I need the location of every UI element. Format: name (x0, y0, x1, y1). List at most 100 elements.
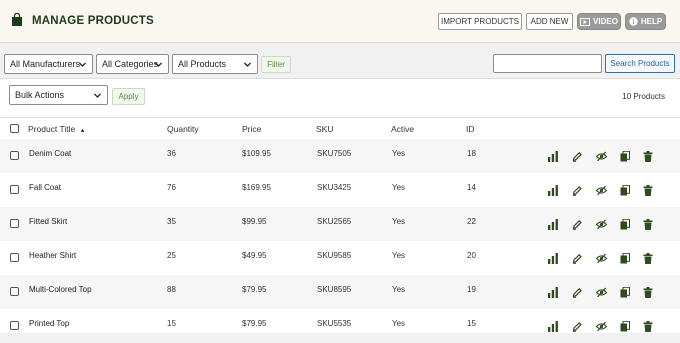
stats-icon[interactable] (548, 185, 558, 196)
cell-price: $79.95 (242, 285, 267, 294)
table-row: Fall Coat 76 $169.95 SKU3425 Yes 14 (0, 173, 680, 207)
copy-icon[interactable] (620, 184, 630, 196)
copy-icon[interactable] (620, 286, 630, 298)
edit-icon[interactable] (572, 253, 582, 264)
help-button[interactable]: HELP (625, 13, 666, 30)
cell-quantity: 35 (167, 217, 176, 226)
manufacturer-select-value: All Manufacturers (10, 59, 81, 69)
cell-id: 18 (467, 149, 476, 158)
select-all-checkbox[interactable] (10, 124, 19, 133)
cell-quantity: 76 (167, 183, 176, 192)
delete-icon[interactable] (643, 321, 653, 332)
cell-sku: SKU8595 (317, 285, 352, 294)
cell-active: Yes (392, 183, 406, 192)
column-header-title[interactable]: Product Title ▲ (28, 124, 86, 134)
page-title: MANAGE PRODUCTS (32, 15, 154, 27)
help-button-label: HELP (640, 17, 663, 26)
hide-icon[interactable] (595, 321, 608, 332)
delete-icon[interactable] (643, 185, 653, 196)
copy-icon[interactable] (620, 218, 630, 230)
column-header-quantity[interactable]: Quantity (167, 124, 199, 134)
cell-id: 19 (467, 285, 476, 294)
table-row: Multi-Colored Top 88 $79.95 SKU8595 Yes 19 (0, 275, 680, 309)
search-input[interactable] (493, 54, 602, 73)
row-checkbox[interactable] (10, 321, 19, 330)
search-products-button[interactable]: Search Products (605, 54, 675, 73)
category-select[interactable]: All Categories (96, 54, 169, 74)
import-products-button[interactable]: IMPORT PRODUCTS (438, 13, 522, 30)
chevron-down-icon (244, 62, 251, 67)
cell-title[interactable]: Fall Coat (29, 183, 61, 192)
cell-title[interactable]: Printed Top (29, 319, 69, 328)
copy-icon[interactable] (620, 252, 630, 264)
column-header-id[interactable]: ID (466, 124, 475, 134)
column-header-active[interactable]: Active (391, 124, 414, 134)
cell-title[interactable]: Heather Shirt (29, 251, 76, 260)
hide-icon[interactable] (595, 185, 608, 196)
hide-icon[interactable] (595, 219, 608, 230)
edit-icon[interactable] (572, 219, 582, 230)
row-checkbox[interactable] (10, 253, 19, 262)
column-header-title-label: Product Title (28, 124, 76, 134)
product-type-select[interactable]: All Products (172, 54, 258, 74)
delete-icon[interactable] (643, 253, 653, 264)
cell-title[interactable]: Multi-Colored Top (29, 285, 92, 294)
shopping-bag-icon (12, 13, 22, 26)
cell-active: Yes (392, 319, 406, 328)
table-header: Product Title ▲ Quantity Price SKU Activ… (0, 117, 680, 140)
cell-sku: SKU2565 (317, 217, 352, 226)
cell-sku: SKU7505 (317, 149, 352, 158)
stats-icon[interactable] (548, 253, 558, 264)
product-count: 10 Products (622, 92, 665, 101)
add-new-button[interactable]: ADD NEW (526, 13, 573, 30)
row-checkbox[interactable] (10, 287, 19, 296)
delete-icon[interactable] (643, 287, 653, 298)
video-play-icon (580, 17, 591, 26)
hide-icon[interactable] (595, 287, 608, 298)
cell-active: Yes (392, 251, 406, 260)
info-icon (629, 17, 638, 26)
cell-id: 22 (467, 217, 476, 226)
cell-id: 15 (467, 319, 476, 328)
row-checkbox[interactable] (10, 185, 19, 194)
apply-button[interactable]: Apply (112, 88, 145, 105)
stats-icon[interactable] (548, 321, 558, 332)
video-button-label: VIDEO (593, 17, 618, 26)
edit-icon[interactable] (572, 287, 582, 298)
column-header-sku[interactable]: SKU (316, 124, 333, 134)
copy-icon[interactable] (620, 320, 630, 332)
table-row: Fitted Skirt 35 $99.95 SKU2565 Yes 22 (0, 207, 680, 241)
hide-icon[interactable] (595, 151, 608, 162)
hide-icon[interactable] (595, 253, 608, 264)
chevron-down-icon (94, 93, 101, 98)
chevron-down-icon (155, 62, 162, 67)
column-header-price[interactable]: Price (242, 124, 261, 134)
table-row: Denim Coat 36 $109.95 SKU7505 Yes 18 (0, 139, 680, 173)
cell-title[interactable]: Denim Coat (29, 149, 71, 158)
sort-ascending-icon: ▲ (79, 128, 86, 134)
cell-active: Yes (392, 217, 406, 226)
row-checkbox[interactable] (10, 151, 19, 160)
cell-price: $99.95 (242, 217, 267, 226)
filter-button[interactable]: Filter (261, 56, 291, 73)
manufacturer-select[interactable]: All Manufacturers (4, 54, 93, 74)
cell-quantity: 36 (167, 149, 176, 158)
cell-title[interactable]: Fitted Skirt (29, 217, 67, 226)
cell-quantity: 15 (167, 319, 176, 328)
edit-icon[interactable] (572, 185, 582, 196)
delete-icon[interactable] (643, 219, 653, 230)
video-button[interactable]: VIDEO (577, 13, 621, 30)
stats-icon[interactable] (548, 219, 558, 230)
stats-icon[interactable] (548, 151, 558, 162)
delete-icon[interactable] (643, 151, 653, 162)
row-checkbox[interactable] (10, 219, 19, 228)
bulk-actions-select[interactable]: Bulk Actions (9, 85, 108, 105)
edit-icon[interactable] (572, 321, 582, 332)
copy-icon[interactable] (620, 150, 630, 162)
stats-icon[interactable] (548, 287, 558, 298)
edit-icon[interactable] (572, 151, 582, 162)
products-panel: Bulk Actions Apply 10 Products Product T… (0, 78, 680, 333)
cell-quantity: 88 (167, 285, 176, 294)
cell-price: $169.95 (242, 183, 271, 192)
cell-price: $49.95 (242, 251, 267, 260)
